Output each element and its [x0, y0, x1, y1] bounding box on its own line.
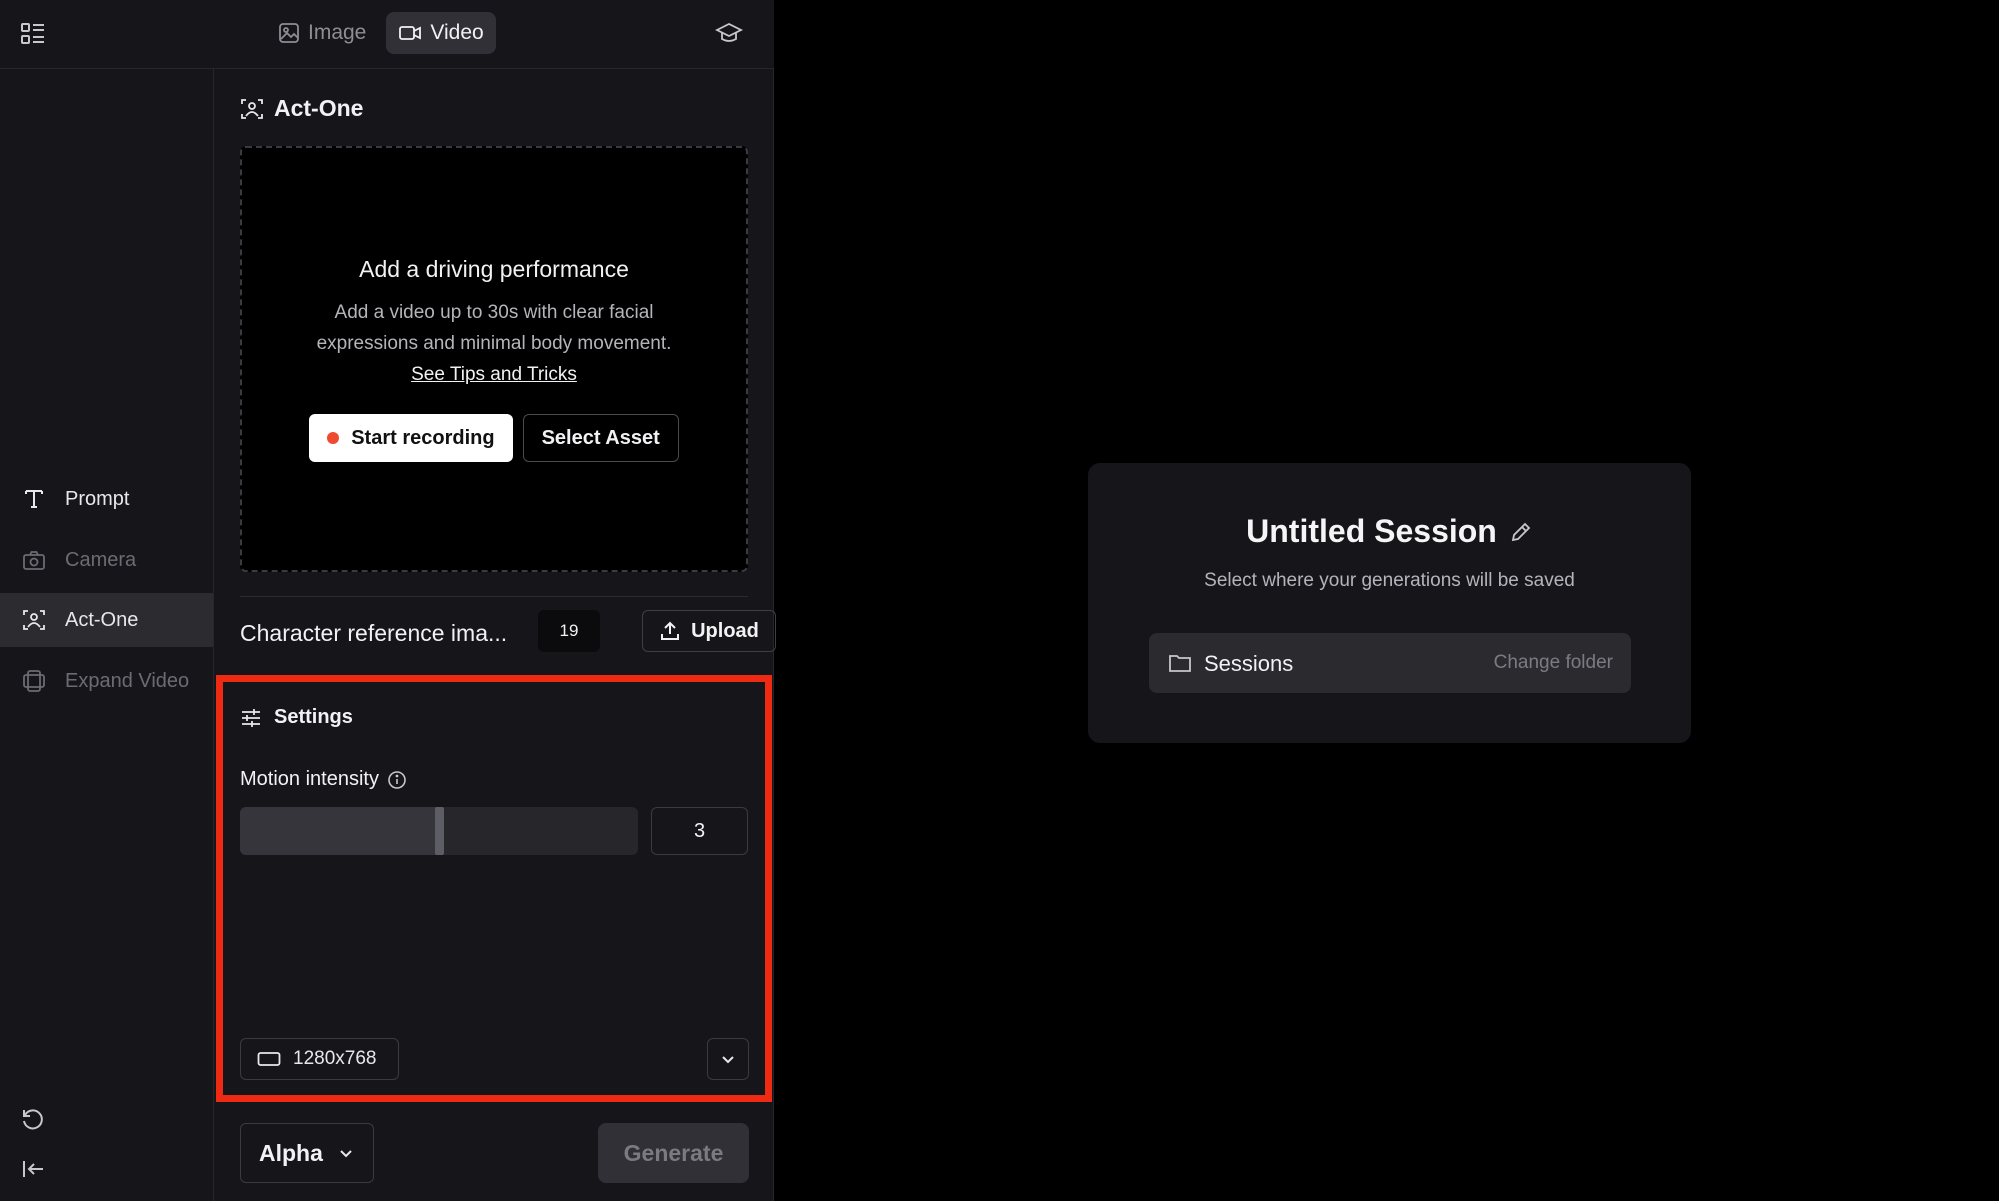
upload-button[interactable]: Upload [642, 610, 776, 652]
sidebar-item-label: Act-One [65, 608, 139, 631]
face-scan-icon [241, 98, 263, 119]
upload-label: Upload [691, 619, 759, 642]
generate-button[interactable]: Generate [598, 1123, 749, 1183]
pencil-icon[interactable] [1509, 520, 1533, 544]
panel-title: Act-One [240, 95, 363, 122]
sidebar-item-label: Expand Video [65, 669, 190, 692]
app-root: Image Video Prompt Camera Act-One Expand… [0, 0, 1999, 1201]
mode-tabs: Image Video [266, 12, 496, 54]
sidebar-item-expand-video[interactable]: Expand Video [0, 654, 213, 708]
record-dot-icon [327, 432, 340, 444]
menu-icon[interactable] [20, 21, 46, 47]
model-select[interactable]: Alpha [240, 1123, 374, 1183]
model-label: Alpha [259, 1139, 323, 1166]
character-reference-count: 19 [538, 610, 600, 652]
folder-name: Sessions [1204, 651, 1294, 676]
tips-link[interactable]: See Tips and Tricks [411, 359, 577, 390]
character-reference-label: Character reference ima... [240, 620, 508, 646]
history-icon[interactable] [20, 1107, 48, 1135]
upload-icon [661, 621, 680, 640]
sidebar-item-camera[interactable]: Camera [0, 533, 213, 587]
sidebar-item-prompt[interactable]: Prompt [0, 472, 213, 526]
tab-video-label: Video [430, 21, 484, 44]
start-recording-label: Start recording [351, 426, 495, 449]
divider [240, 596, 748, 597]
character-reference-row: Character reference ima... 19 Upload [240, 610, 776, 656]
graduation-cap-icon[interactable] [714, 18, 744, 48]
top-bar: Image Video [0, 0, 774, 69]
folder-icon [1169, 655, 1191, 672]
sidebar-item-label: Camera [65, 548, 137, 571]
dropzone-title: Add a driving performance [359, 256, 629, 282]
session-subtitle: Select where your generations will be sa… [1204, 570, 1575, 591]
session-title-row: Untitled Session [1088, 513, 1691, 550]
driving-performance-dropzone[interactable]: Add a driving performance Add a video up… [240, 146, 748, 572]
session-title: Untitled Session [1246, 513, 1497, 549]
sidebar-item-act-one[interactable]: Act-One [0, 593, 213, 647]
dropzone-buttons: Start recording Select Asset [309, 414, 679, 462]
tab-image-label: Image [308, 21, 367, 44]
session-card: Untitled Session Select where your gener… [1088, 463, 1691, 743]
collapse-sidebar-icon[interactable] [20, 1156, 48, 1184]
dropzone-description: Add a video up to 30s with clear facial … [316, 302, 672, 354]
tab-image[interactable]: Image [266, 12, 378, 54]
expand-frame-icon [21, 668, 47, 694]
start-recording-button[interactable]: Start recording [309, 414, 513, 462]
camera-icon [21, 547, 47, 573]
panel-title-text: Act-One [274, 95, 364, 121]
sidebar-item-label: Prompt [65, 487, 130, 510]
chevron-down-icon [340, 1150, 352, 1158]
folder-selector[interactable]: Sessions Change folder [1149, 633, 1631, 693]
text-icon [21, 486, 47, 512]
tab-video[interactable]: Video [386, 12, 496, 54]
settings-highlight-box [216, 675, 772, 1102]
select-asset-label: Select Asset [541, 426, 660, 449]
change-folder-button[interactable]: Change folder [1494, 652, 1613, 674]
video-icon [399, 26, 422, 40]
select-asset-button[interactable]: Select Asset [522, 414, 679, 462]
image-icon [279, 23, 299, 43]
sidebar: Prompt Camera Act-One Expand Video [0, 69, 214, 1201]
face-scan-icon [21, 607, 47, 633]
